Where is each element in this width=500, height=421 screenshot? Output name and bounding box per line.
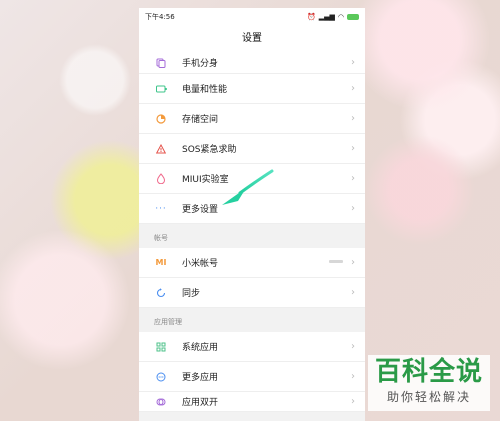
chevron-right-icon: › — [351, 257, 355, 268]
chevron-right-icon: › — [351, 143, 355, 154]
status-icons: ⏰ ▂▄▆ ◠ — [307, 13, 359, 21]
chevron-right-icon: › — [351, 173, 355, 184]
settings-list-apps: 系统应用 › 更多应用 › 应用双开 › — [139, 332, 365, 412]
more-apps-icon — [154, 370, 168, 384]
settings-item-label: 手机分身 — [182, 59, 219, 69]
battery-icon — [347, 14, 359, 20]
grid-icon — [154, 340, 168, 354]
settings-item-sos[interactable]: SOS紧急求助 › — [139, 134, 365, 164]
dual-app-icon — [154, 395, 168, 409]
settings-item-dual-apps[interactable]: 应用双开 › — [139, 392, 365, 412]
more-dots-icon: ··· — [155, 203, 167, 214]
page-title: 设置 — [139, 26, 365, 52]
chevron-right-icon: › — [351, 396, 355, 407]
settings-item-label: 更多应用 — [182, 373, 219, 383]
settings-item-label: MIUI实验室 — [182, 175, 229, 185]
wifi-icon: ◠ — [337, 13, 344, 21]
settings-item-more-apps[interactable]: 更多应用 › — [139, 362, 365, 392]
settings-item-more-settings[interactable]: ··· 更多设置 › — [139, 194, 365, 224]
settings-item-clone[interactable]: 手机分身 › — [139, 52, 365, 74]
chevron-right-icon: › — [351, 57, 355, 68]
settings-item-sync[interactable]: 同步 › — [139, 278, 365, 308]
settings-item-battery[interactable]: 电量和性能 › — [139, 74, 365, 104]
settings-item-label: 存储空间 — [182, 115, 219, 125]
chevron-right-icon: › — [351, 341, 355, 352]
settings-item-miui-lab[interactable]: MIUI实验室 › — [139, 164, 365, 194]
sync-icon — [154, 286, 168, 300]
phone-screen: 下午4:56 ⏰ ▂▄▆ ◠ 设置 手机分身 › 电量和性能 › 存储空间 › … — [139, 8, 365, 421]
alarm-icon: ⏰ — [307, 13, 316, 21]
signal-icon: ▂▄▆ — [318, 13, 335, 21]
chevron-right-icon: › — [351, 113, 355, 124]
section-header-apps: 应用管理 — [139, 308, 365, 332]
account-value — [329, 259, 343, 266]
clone-icon — [154, 56, 168, 70]
mi-icon: MI — [155, 258, 167, 267]
settings-item-mi-account[interactable]: MI 小米帐号 › — [139, 248, 365, 278]
settings-list-account: MI 小米帐号 › 同步 › — [139, 248, 365, 308]
settings-item-label: 小米帐号 — [182, 259, 219, 269]
settings-list-top: 手机分身 › 电量和性能 › 存储空间 › SOS紧急求助 › MIUI实验室 … — [139, 52, 365, 224]
settings-item-system-apps[interactable]: 系统应用 › — [139, 332, 365, 362]
watermark-main: 百科全说 — [374, 357, 483, 387]
chevron-right-icon: › — [351, 83, 355, 94]
sos-icon — [154, 142, 168, 156]
chevron-right-icon: › — [351, 371, 355, 382]
section-header-account: 帐号 — [139, 224, 365, 248]
settings-item-label: SOS紧急求助 — [182, 145, 237, 155]
settings-item-storage[interactable]: 存储空间 › — [139, 104, 365, 134]
lab-icon — [154, 172, 168, 186]
settings-item-label: 电量和性能 — [182, 85, 228, 95]
settings-item-label: 同步 — [182, 289, 201, 299]
settings-item-label: 更多设置 — [182, 205, 219, 215]
chevron-right-icon: › — [351, 203, 355, 214]
storage-icon — [154, 112, 168, 126]
status-time: 下午4:56 — [145, 13, 175, 21]
watermark-sub: 助你轻松解决 — [386, 390, 471, 404]
battery-icon — [154, 82, 168, 96]
chevron-right-icon: › — [351, 287, 355, 298]
settings-item-label: 系统应用 — [182, 343, 219, 353]
watermark-logo: 百科全说 助你轻松解决 — [368, 355, 490, 411]
settings-item-label: 应用双开 — [182, 398, 219, 408]
status-bar: 下午4:56 ⏰ ▂▄▆ ◠ — [139, 8, 365, 26]
